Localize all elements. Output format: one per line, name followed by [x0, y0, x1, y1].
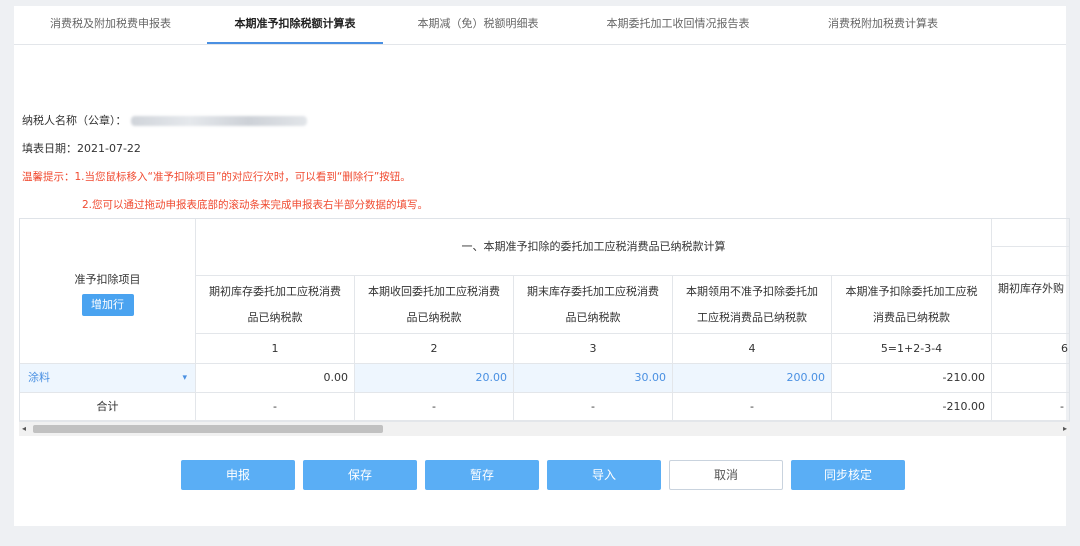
row1-col2-input[interactable]: 20.00: [355, 364, 514, 393]
tab-bar: 消费税及附加税费申报表 本期准予扣除税额计算表 本期减（免）税额明细表 本期委托…: [14, 6, 1066, 45]
row1-col4-input[interactable]: 200.00: [673, 364, 832, 393]
col-header-1: 期初库存委托加工应税消费 品已纳税款: [196, 276, 355, 334]
import-button[interactable]: 导入: [547, 460, 661, 490]
col-header-2: 本期收回委托加工应税消费 品已纳税款: [355, 276, 514, 334]
save-button[interactable]: 保存: [303, 460, 417, 490]
col-header-3: 期末库存委托加工应税消费 品已纳税款: [514, 276, 673, 334]
col-header-5: 本期准予扣除委托加工应税 消费品已纳税款: [832, 276, 992, 334]
add-row-button[interactable]: 增加行: [81, 294, 134, 316]
fill-date-value: 2021-07-22: [77, 142, 141, 155]
col-header-5-line2: 消费品已纳税款: [873, 310, 950, 324]
col-header-5-line1: 本期准予扣除委托加工应税: [845, 284, 978, 298]
col-header-2-line2: 品已纳税款: [406, 310, 462, 324]
col-header-4-line1: 本期领用不准予扣除委托加: [686, 284, 818, 298]
col-header-1-line1: 期初库存委托加工应税消费: [209, 284, 341, 298]
col-num-3: 3: [514, 334, 673, 364]
row-header-cell: 准予扣除项目 增加行: [20, 219, 196, 364]
col-header-2-line1: 本期收回委托加工应税消费: [368, 284, 500, 298]
total-col1: -: [196, 393, 355, 421]
tab-deduction-calc[interactable]: 本期准予扣除税额计算表: [207, 6, 383, 44]
col-num-6: 6: [992, 334, 1069, 364]
taxpayer-name-row: 纳税人名称（公章）：: [22, 112, 307, 128]
group-header-next: [992, 219, 1069, 247]
tip-line-1: 温馨提示：1.当您鼠标移入“准予扣除项目”的对应行次时，可以看到“删除行”按钮。: [22, 171, 411, 183]
cancel-button[interactable]: 取消: [669, 460, 783, 490]
submit-button[interactable]: 申报: [181, 460, 295, 490]
total-col5: -210.00: [832, 393, 992, 421]
fill-date-label: 填表日期：: [22, 142, 77, 155]
col-header-4: 本期领用不准予扣除委托加 工应税消费品已纳税款: [673, 276, 832, 334]
fill-date-row: 填表日期：2021-07-22: [22, 140, 141, 156]
total-label: 合计: [20, 393, 196, 421]
row1-col5-value: -210.00: [832, 364, 992, 393]
total-col4: -: [673, 393, 832, 421]
row1-col3-input[interactable]: 30.00: [514, 364, 673, 393]
col-num-5: 5=1+2-3-4: [832, 334, 992, 364]
row1-col6-input[interactable]: [992, 364, 1069, 393]
col-header-6-line1: 期初库存外购: [998, 282, 1064, 295]
tab-reduction-detail[interactable]: 本期减（免）税额明细表: [383, 6, 573, 44]
chevron-down-icon: ▾: [182, 373, 187, 383]
scroll-left-icon[interactable]: ◂: [22, 424, 26, 433]
tip-line-2: 2.您可以通过拖动申报表底部的滚动条来完成申报表右半部分数据的填写。: [82, 199, 429, 211]
col-header-4-line2: 工应税消费品已纳税款: [697, 310, 807, 324]
horizontal-scrollbar[interactable]: ◂ ▸: [19, 421, 1070, 436]
col-num-2: 2: [355, 334, 514, 364]
taxpayer-name-label: 纳税人名称（公章）：: [22, 114, 127, 127]
row1-col1-input[interactable]: 0.00: [196, 364, 355, 393]
tab-declaration[interactable]: 消费税及附加税费申报表: [14, 6, 207, 44]
scrollbar-thumb[interactable]: [33, 425, 383, 433]
col-header-6: 期初库存外购: [992, 276, 1069, 334]
total-col3: -: [514, 393, 673, 421]
col-num-4: 4: [673, 334, 832, 364]
col-header-3-line2: 品已纳税款: [565, 310, 621, 324]
tab-surcharge-calc[interactable]: 消费税附加税费计算表: [783, 6, 983, 44]
col-header-1-line2: 品已纳税款: [247, 310, 303, 324]
tab-processing-report[interactable]: 本期委托加工收回情况报告表: [573, 6, 783, 44]
total-col6: -: [992, 393, 1069, 421]
col-header-3-line1: 期末库存委托加工应税消费: [527, 284, 659, 298]
col-num-1: 1: [196, 334, 355, 364]
group-header: 一、本期准予扣除的委托加工应税消费品已纳税款计算: [196, 219, 992, 276]
temp-save-button[interactable]: 暂存: [425, 460, 539, 490]
total-col2: -: [355, 393, 514, 421]
sync-verify-button[interactable]: 同步核定: [791, 460, 905, 490]
row-header-label: 准予扣除项目: [74, 273, 141, 286]
scroll-right-icon[interactable]: ▸: [1063, 424, 1067, 433]
taxpayer-name-redacted: [130, 116, 307, 126]
item-select-value: 涂料: [28, 371, 50, 384]
item-select[interactable]: 涂料 ▾: [20, 364, 196, 393]
group-header-next-sub: [992, 247, 1069, 276]
deduction-table: 准予扣除项目 增加行 一、本期准予扣除的委托加工应税消费品已纳税款计算 期初库存…: [19, 218, 1070, 436]
